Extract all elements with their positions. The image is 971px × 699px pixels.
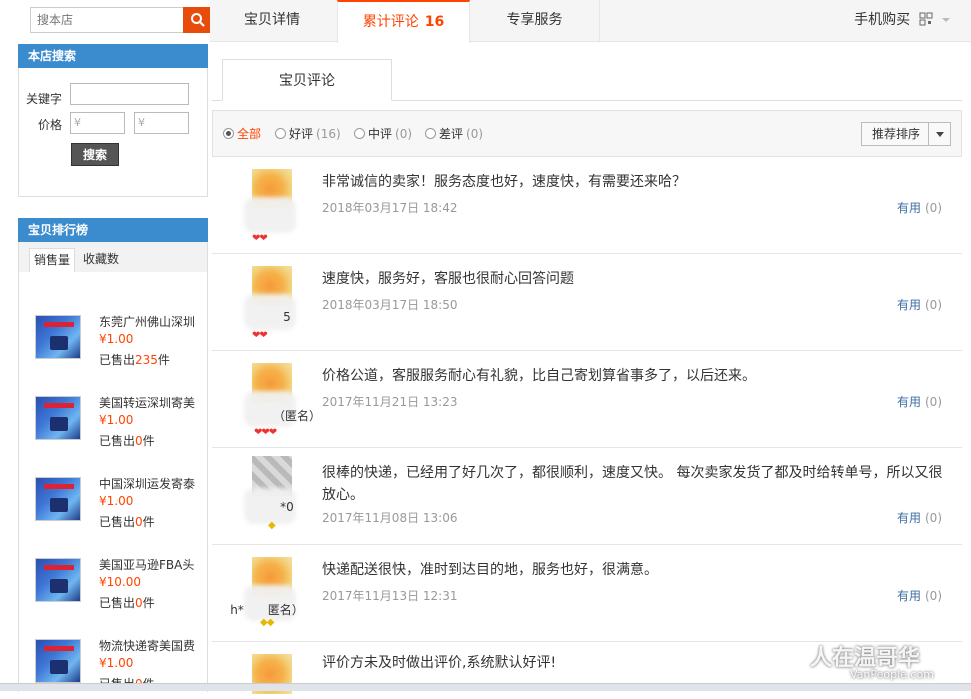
product-sold: 已售出235件 — [99, 353, 170, 367]
list-item[interactable]: 东莞广州佛山深圳 ¥1.00 已售出235件 — [19, 305, 209, 375]
product-sold: 已售出0件 — [99, 515, 155, 529]
review-text: 速度快，服务好，客服也很耐心回答问题 — [322, 271, 574, 287]
price-min-input[interactable]: ¥ — [70, 112, 125, 134]
mobile-buy-label: 手机购买 — [854, 12, 911, 28]
review-time: 2018年03月17日 18:50 — [322, 298, 458, 312]
diamond-icon: ◆ — [268, 520, 276, 531]
price-label: 价格 — [38, 118, 63, 132]
ranking-list: 东莞广州佛山深圳 ¥1.00 已售出235件 美国转运深圳寄美 ¥1.00 已售… — [18, 272, 208, 692]
product-thumbnail[interactable] — [35, 315, 81, 359]
product-name[interactable]: 美国亚马逊FBA头 — [99, 556, 207, 573]
useful-button[interactable]: 有用 (0) — [897, 296, 942, 313]
product-price: ¥1.00 — [99, 332, 134, 346]
product-thumbnail[interactable] — [35, 477, 81, 521]
store-search-button[interactable]: 搜索 — [71, 143, 119, 166]
product-sold: 已售出0件 — [99, 596, 155, 610]
review-item: *0 ◆ 很棒的快递，已经用了好几次了，都很顺利，速度又快。 每次卖家发货了都及… — [212, 448, 962, 545]
product-thumbnail[interactable] — [35, 558, 81, 602]
heart-icon: ❤❤ — [252, 233, 268, 244]
reviewer-nick: h* 匿名） — [230, 603, 304, 617]
review-time: 2017年11月13日 12:31 — [322, 589, 458, 603]
heart-icon: ❤❤ — [252, 330, 268, 341]
tab-reviews-label: 累计评论 — [362, 14, 419, 30]
review-item: h* 匿名） ◆◆ 快递配送很快，准时到达目的地，服务也好，很满意。 2017年… — [212, 545, 962, 642]
review-item: （匿名） ❤❤❤ 价格公道，客服服务耐心有礼貌，比自己寄划算省事多了，以后还来。… — [212, 351, 962, 448]
review-item: ❤❤ 非常诚信的卖家！服务态度也好，速度快，有需要还来哈？ 2018年03月17… — [212, 157, 962, 254]
tab-sales[interactable]: 销售量 — [29, 248, 76, 272]
review-time: 2018年03月17日 18:42 — [322, 201, 458, 215]
product-name[interactable]: 中国深圳运发寄泰 — [99, 475, 207, 492]
qr-code-icon — [919, 12, 933, 26]
review-text: 价格公道，客服服务耐心有礼貌，比自己寄划算省事多了，以后还来。 — [322, 368, 756, 384]
filter-positive[interactable]: 好评 (16) — [275, 125, 341, 142]
product-price: ¥1.00 — [99, 413, 134, 427]
keyword-input[interactable] — [70, 83, 189, 105]
shop-search-button[interactable] — [183, 7, 213, 33]
reviewer-nick: *0 — [280, 500, 294, 514]
keyword-label: 关键字 — [26, 92, 63, 106]
product-price: ¥10.00 — [99, 575, 141, 589]
sort-select[interactable]: 推荐排序 — [861, 122, 951, 146]
left-sidebar: 本店搜索 关键字 价格 ¥ ¥ 搜索 宝贝排行榜 销售量 收藏数 东莞广州佛山深… — [18, 0, 213, 692]
search-icon — [191, 13, 205, 27]
list-item[interactable]: 中国深圳运发寄泰 ¥1.00 已售出0件 — [19, 467, 209, 537]
radio-icon — [354, 128, 365, 139]
filter-negative[interactable]: 差评 (0) — [425, 125, 483, 142]
heart-icon: ❤❤❤ — [254, 427, 277, 438]
tab-reviews[interactable]: 累计评论 16 — [337, 0, 470, 43]
store-search-panel: 关键字 价格 ¥ ¥ 搜索 — [18, 68, 208, 197]
review-time: 2017年11月21日 13:23 — [322, 395, 458, 409]
chevron-down-icon — [942, 18, 950, 22]
review-item: 5 ❤❤ 速度快，服务好，客服也很耐心回答问题 2018年03月17日 18:5… — [212, 254, 962, 351]
tab-exclusive-service[interactable]: 专享服务 — [470, 0, 600, 42]
product-price: ¥1.00 — [99, 656, 134, 670]
site-watermark: 人在温哥华 VanPeople.com — [810, 646, 934, 681]
radio-icon — [275, 128, 286, 139]
product-name[interactable]: 物流快递寄美国费 — [99, 637, 207, 654]
chevron-down-icon — [928, 123, 950, 145]
list-item[interactable]: 美国转运深圳寄美 ¥1.00 已售出0件 — [19, 386, 209, 456]
tab-item-detail[interactable]: 宝贝详情 — [210, 0, 334, 42]
reviewer-nick: 5 — [283, 310, 291, 324]
ranking-title: 宝贝排行榜 — [18, 218, 208, 242]
ranking-tabs: 销售量 收藏数 — [18, 242, 208, 272]
review-time: 2017年11月08日 13:06 — [322, 511, 458, 525]
product-thumbnail[interactable] — [35, 639, 81, 683]
shop-search-input[interactable] — [31, 8, 194, 32]
product-name[interactable]: 美国转运深圳寄美 — [99, 394, 207, 411]
shop-search-field[interactable] — [30, 7, 195, 33]
bottom-bar — [0, 683, 971, 691]
price-max-input[interactable]: ¥ — [134, 112, 189, 134]
useful-button[interactable]: 有用 (0) — [897, 509, 942, 526]
product-sold: 已售出0件 — [99, 434, 155, 448]
review-text: 快递配送很快，准时到达目的地，服务也好，很满意。 — [322, 562, 658, 578]
diamond-icon: ◆◆ — [260, 617, 274, 628]
product-name[interactable]: 东莞广州佛山深圳 — [99, 313, 207, 330]
useful-button[interactable]: 有用 (0) — [897, 199, 942, 216]
product-thumbnail[interactable] — [35, 396, 81, 440]
useful-button[interactable]: 有用 (0) — [897, 393, 942, 410]
list-item[interactable]: 美国亚马逊FBA头 ¥10.00 已售出0件 — [19, 548, 209, 618]
product-price: ¥1.00 — [99, 494, 134, 508]
store-search-title: 本店搜索 — [18, 44, 208, 68]
radio-icon — [223, 128, 234, 139]
review-filter-bar: 全部 好评 (16) 中评 (0) 差评 (0) 推荐排序 — [212, 110, 962, 157]
detail-tab-bar: 宝贝详情 累计评论 16 专享服务 手机购买 — [210, 0, 971, 43]
tab-item-reviews[interactable]: 宝贝评论 — [222, 59, 392, 101]
useful-button[interactable]: 有用 (0) — [897, 587, 942, 604]
review-count: 16 — [424, 14, 445, 30]
filter-all[interactable]: 全部 — [223, 125, 261, 142]
review-text: 非常诚信的卖家！服务态度也好，速度快，有需要还来哈？ — [322, 174, 686, 190]
mobile-buy-button[interactable]: 手机购买 — [854, 0, 951, 40]
tab-favorites[interactable]: 收藏数 — [79, 248, 123, 272]
review-text: 很棒的快递，已经用了好几次了，都很顺利，速度又快。 每次卖家发货了都及时给转单号… — [322, 465, 943, 503]
radio-icon — [425, 128, 436, 139]
filter-neutral[interactable]: 中评 (0) — [354, 125, 412, 142]
